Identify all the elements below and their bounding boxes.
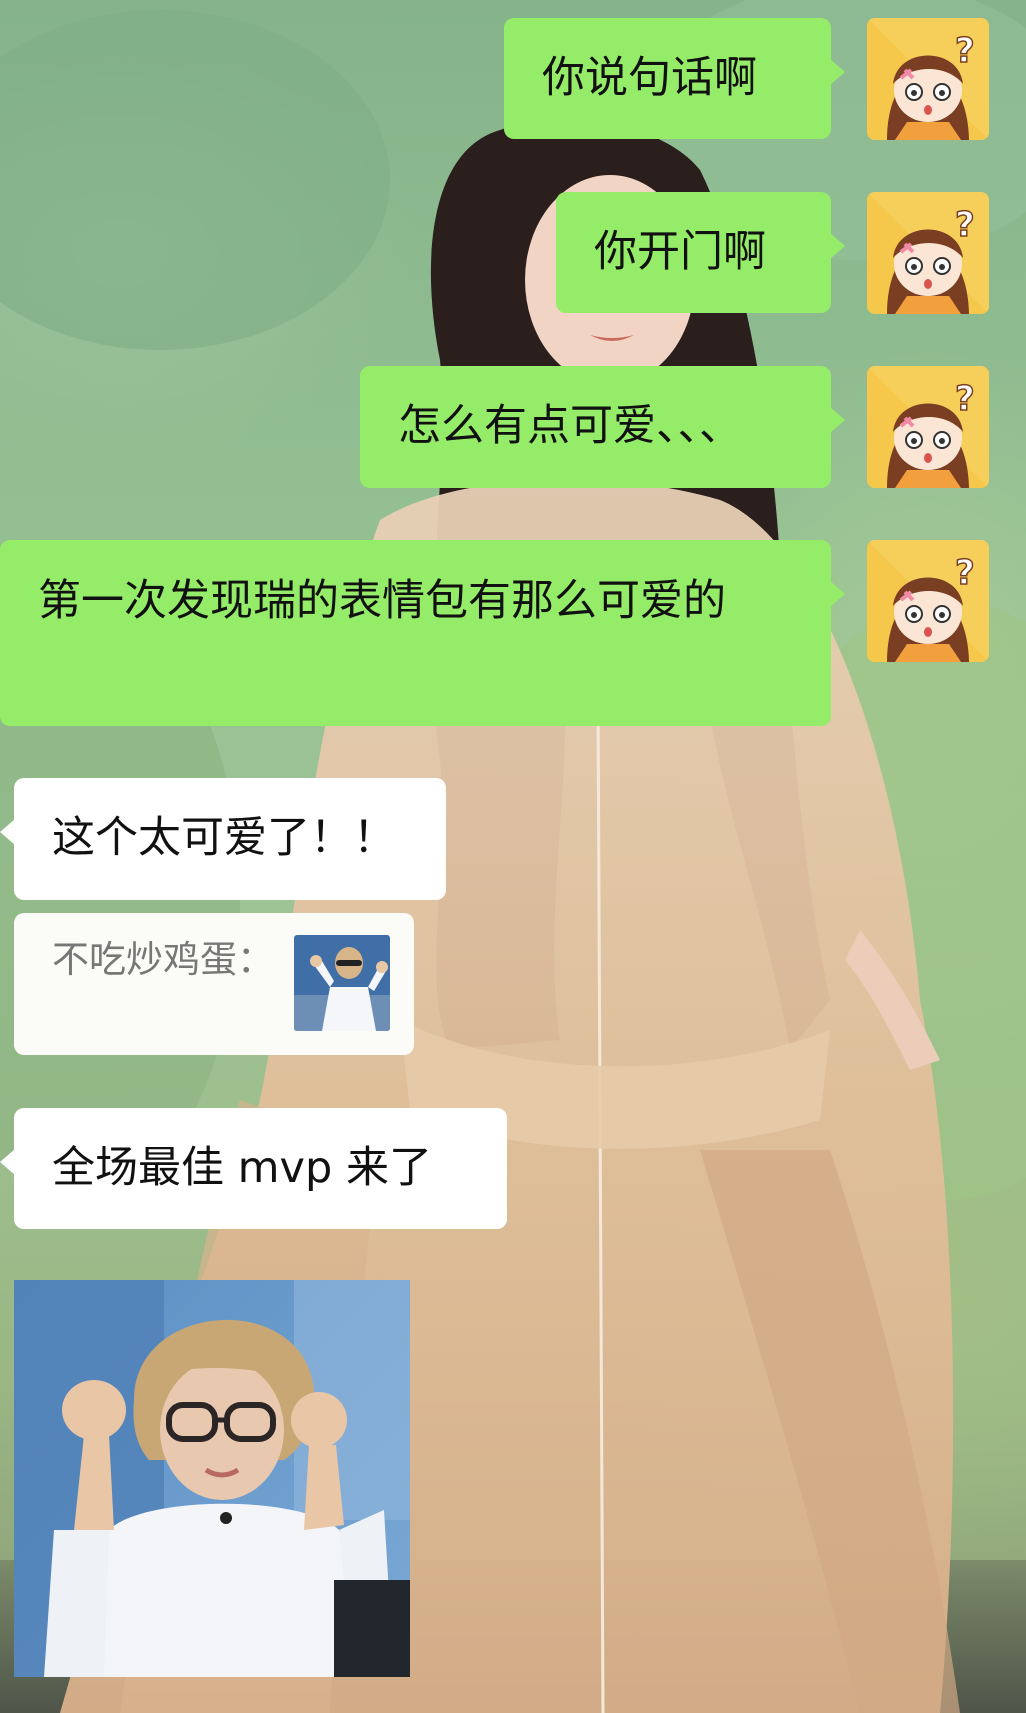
avatar-icon: ? bbox=[867, 540, 989, 662]
sent-message-bubble[interactable]: 怎么有点可爱、、、 bbox=[360, 366, 845, 488]
message-text: 怎么有点可爱、、、 bbox=[398, 401, 742, 451]
quoted-message-card[interactable]: 不吃炒鸡蛋： bbox=[14, 913, 414, 1055]
sent-message-bubble[interactable]: 第一次发现瑞的表情包有那么可爱的 bbox=[0, 540, 845, 726]
user-avatar[interactable]: ? bbox=[867, 540, 989, 662]
avatar-icon: ? bbox=[867, 192, 989, 314]
avatar-icon: ? bbox=[867, 18, 989, 140]
sent-message-bubble[interactable]: 你开门啊 bbox=[556, 192, 845, 313]
user-avatar[interactable]: ? bbox=[867, 366, 989, 488]
sticker-image-icon bbox=[14, 1280, 410, 1677]
chat-message-list[interactable]: 你说句话啊 ? 你开门啊 ? 怎么有点可爱、、、 ? 第一次发现瑞的表情包有那么… bbox=[0, 0, 1026, 1713]
sticker-image[interactable] bbox=[14, 1280, 410, 1677]
svg-text:?: ? bbox=[955, 553, 975, 593]
message-text: 这个太可爱了！！ bbox=[52, 813, 396, 863]
received-message-bubble[interactable]: 这个太可爱了！！ bbox=[0, 778, 446, 900]
avatar-icon: ? bbox=[867, 366, 989, 488]
message-text: 全场最佳 mvp 来了 bbox=[52, 1143, 432, 1193]
message-text: 你开门啊 bbox=[594, 227, 766, 277]
received-message-bubble[interactable]: 全场最佳 mvp 来了 bbox=[0, 1108, 507, 1229]
svg-text:?: ? bbox=[955, 31, 975, 71]
svg-text:?: ? bbox=[955, 379, 975, 419]
quoted-sender-label: 不吃炒鸡蛋： bbox=[52, 938, 274, 981]
sticker-thumbnail-icon bbox=[294, 935, 390, 1031]
sent-message-bubble[interactable]: 你说句话啊 bbox=[504, 18, 845, 139]
user-avatar[interactable]: ? bbox=[867, 192, 989, 314]
quoted-sticker-thumbnail[interactable] bbox=[294, 935, 390, 1031]
user-avatar[interactable]: ? bbox=[867, 18, 989, 140]
svg-text:?: ? bbox=[955, 205, 975, 245]
message-text: 第一次发现瑞的表情包有那么可爱的 bbox=[38, 576, 726, 626]
message-text: 你说句话啊 bbox=[542, 53, 757, 103]
